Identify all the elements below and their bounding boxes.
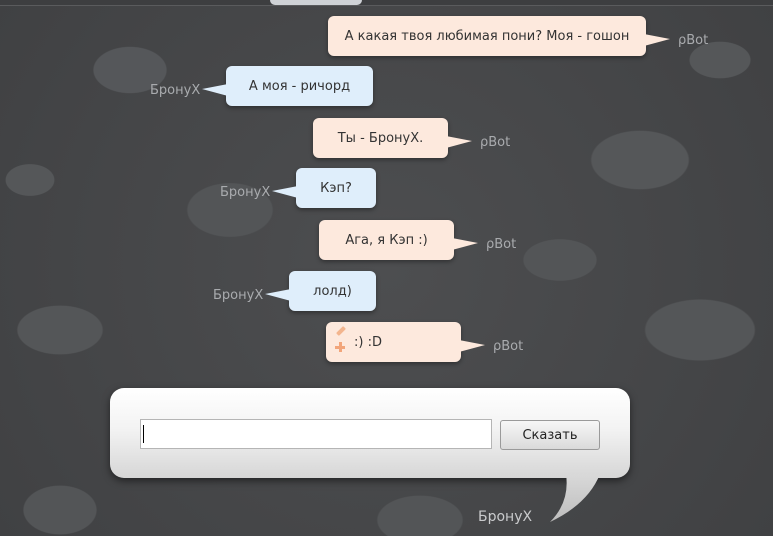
- composer-author: БронуХ: [478, 509, 533, 525]
- message-text: Ты - БронуХ.: [337, 130, 424, 146]
- bubble-tail: [452, 238, 478, 250]
- bubble-tail: [202, 84, 228, 96]
- top-tab[interactable]: [270, 0, 362, 5]
- message-text: А какая твоя любимая пони? Моя - гошон: [344, 28, 630, 44]
- chat-message-bot: Ага, я Кэп :): [319, 220, 478, 260]
- message-author: БронуХ: [220, 185, 271, 200]
- composer-tail: [550, 474, 600, 522]
- message-text: :) :D: [354, 334, 382, 350]
- chat-message-bot: Ты - БронуХ.: [313, 118, 472, 158]
- plus-icon[interactable]: [335, 342, 345, 352]
- chat-message-user: лолд): [265, 271, 376, 311]
- message-input[interactable]: [140, 419, 492, 449]
- bubble-tail: [272, 186, 298, 198]
- chat-message-user: А моя - ричорд: [202, 66, 373, 106]
- top-strip: [0, 0, 773, 6]
- pencil-icon[interactable]: [336, 326, 346, 336]
- bubble-tail: [265, 289, 291, 301]
- message-text: А моя - ричорд: [248, 78, 351, 94]
- message-author: ρBot: [486, 237, 517, 252]
- message-author: ρBot: [678, 33, 709, 48]
- chat-message-user: Кэп?: [272, 168, 376, 208]
- message-text: Ага, я Кэп :): [345, 232, 428, 248]
- message-author: ρBot: [493, 339, 524, 354]
- chat-message-bot: А какая твоя любимая пони? Моя - гошон: [328, 16, 670, 56]
- bubble-tail: [459, 340, 485, 352]
- bubble-tail: [644, 34, 670, 46]
- message-actions: [333, 326, 347, 356]
- message-text: Кэп?: [320, 180, 352, 196]
- message-text: лолд): [313, 283, 352, 299]
- chat-message-bot: :) :D: [326, 322, 485, 362]
- send-button[interactable]: Сказать: [500, 420, 600, 450]
- message-author: БронуХ: [213, 288, 264, 303]
- message-author: БронуХ: [150, 83, 201, 98]
- text-caret: [143, 425, 144, 443]
- message-author: ρBot: [480, 135, 511, 150]
- bubble-tail: [446, 136, 472, 148]
